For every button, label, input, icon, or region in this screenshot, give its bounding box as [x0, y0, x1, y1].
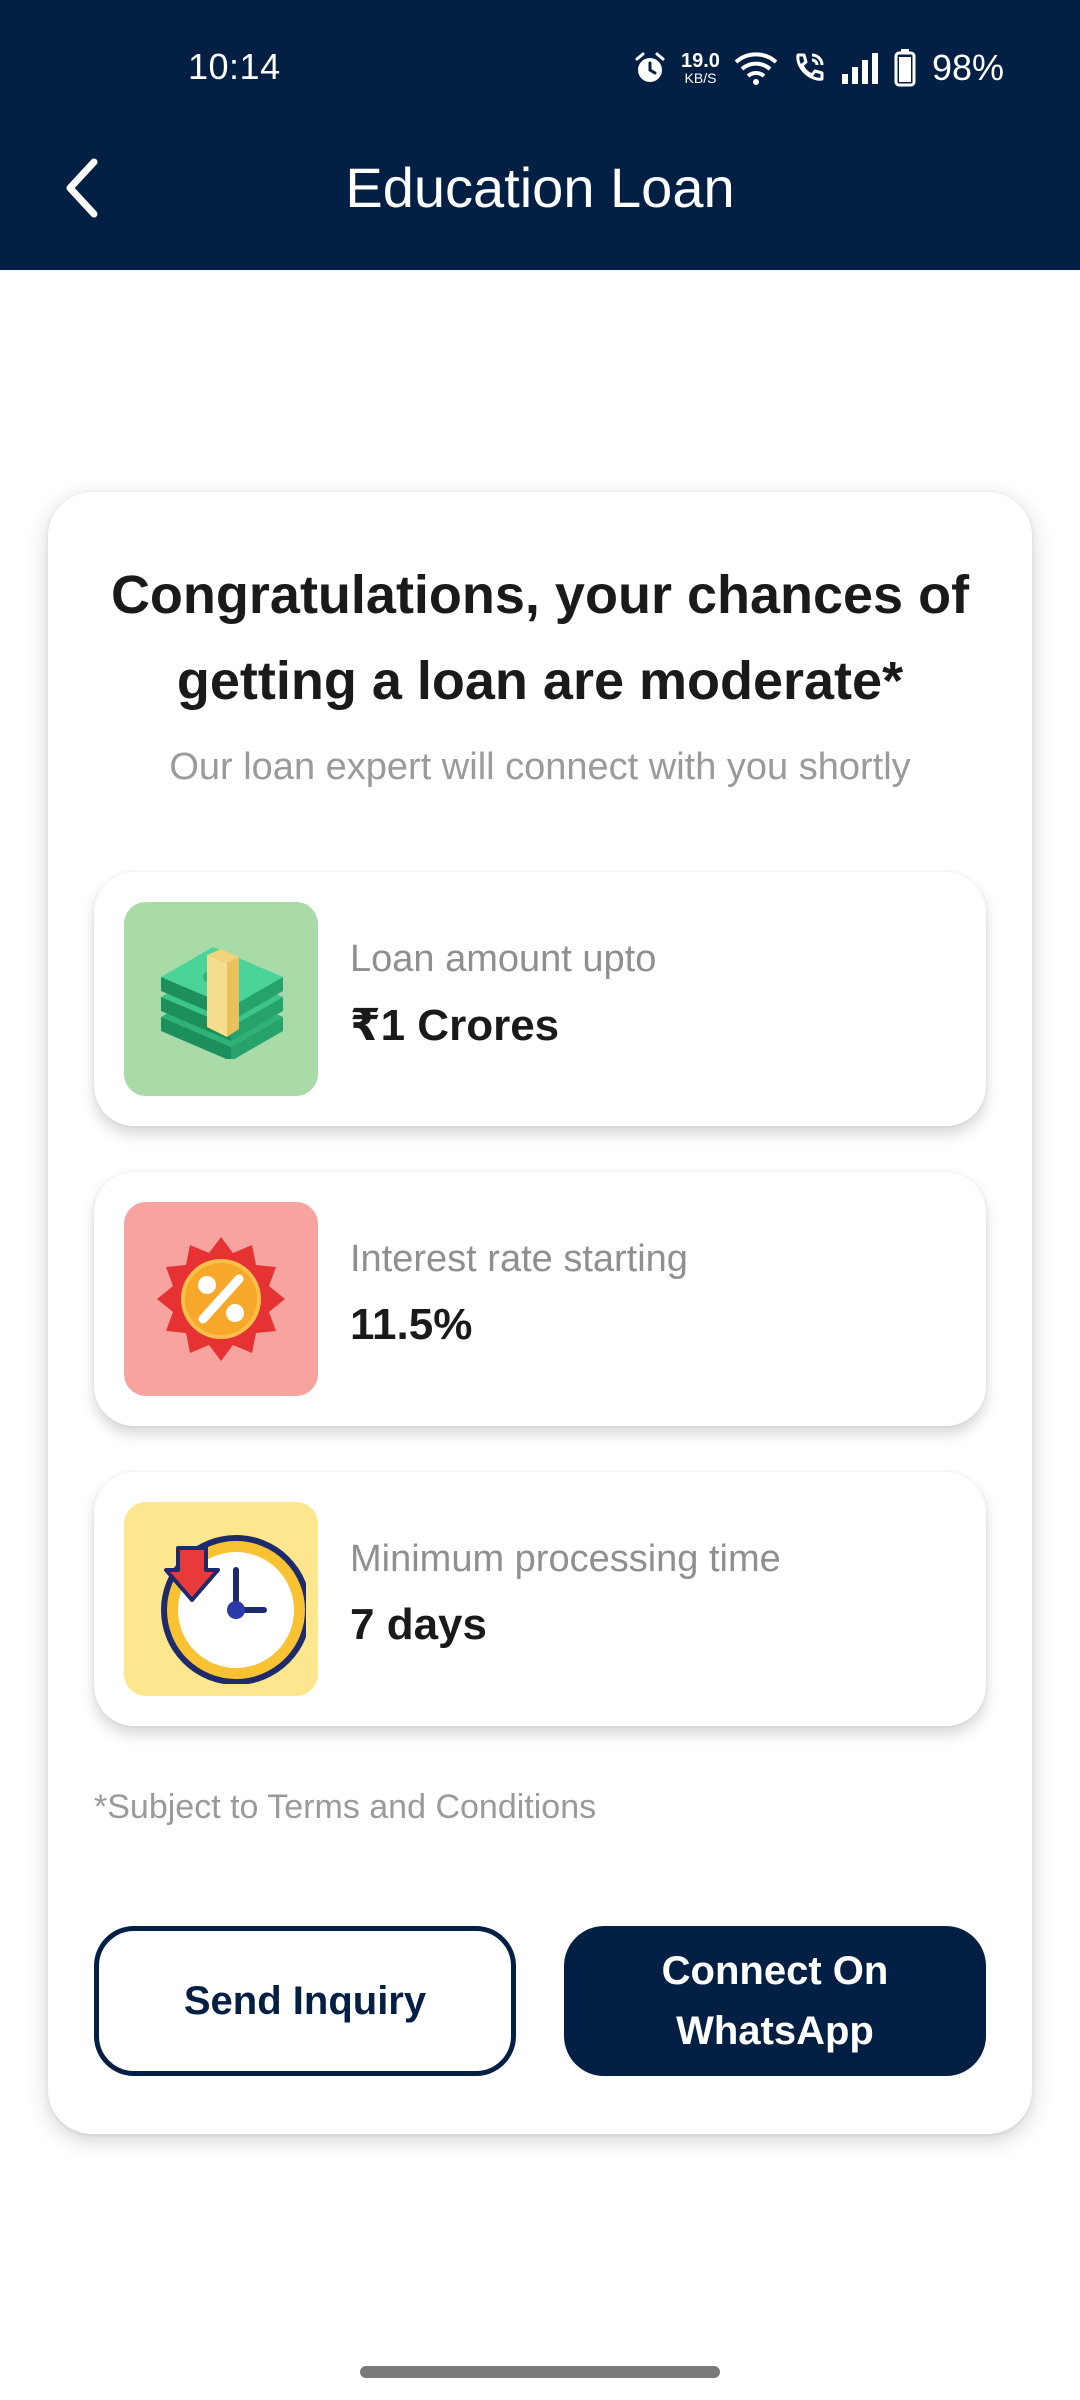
- processing-time-card: Minimum processing time 7 days: [94, 1472, 986, 1726]
- page-title: Education Loan: [345, 156, 735, 219]
- result-subline: Our loan expert will connect with you sh…: [169, 746, 911, 788]
- result-headline: Congratulations, your chances of getting…: [110, 565, 970, 711]
- status-time: 10:14: [188, 46, 281, 87]
- loan-result-card: Congratulations, your chances of getting…: [48, 492, 1032, 2134]
- send-inquiry-button[interactable]: Send Inquiry: [94, 1926, 516, 2076]
- interest-rate-label: Interest rate starting: [350, 1238, 688, 1280]
- wifi-call-icon: [796, 53, 824, 81]
- battery-icon: [894, 49, 916, 87]
- stopwatch-icon: [124, 1502, 318, 1696]
- processing-time-label: Minimum processing time: [350, 1538, 781, 1580]
- loan-amount-card: Loan amount upto ₹1 Crores: [94, 872, 986, 1126]
- alarm-icon: [635, 52, 665, 82]
- loan-amount-label: Loan amount upto: [350, 938, 657, 980]
- interest-rate-value: 11.5%: [350, 1300, 473, 1349]
- interest-rate-card: Interest rate starting 11.5%: [94, 1172, 986, 1426]
- wifi-icon: [734, 52, 778, 85]
- status-icons: 19.0 KB/S 98%: [633, 44, 1004, 92]
- battery-percent: 98%: [931, 47, 1004, 88]
- terms-note: *Subject to Terms and Conditions: [94, 1788, 597, 1826]
- signal-icon: [841, 53, 878, 84]
- percent-badge-icon: [124, 1202, 318, 1396]
- loan-amount-value: ₹1 Crores: [350, 1001, 560, 1050]
- status-bar: 10:14 19.0 KB/S 98%: [0, 0, 1080, 140]
- processing-time-value: 7 days: [350, 1600, 487, 1649]
- home-indicator[interactable]: [360, 2366, 720, 2378]
- connect-whatsapp-button[interactable]: Connect On WhatsApp: [564, 1926, 986, 2076]
- money-stack-icon: [124, 902, 318, 1096]
- net-speed: 19.0 KB/S: [681, 50, 720, 86]
- app-header: 10:14 19.0 KB/S 98% Education Loan: [0, 0, 1080, 270]
